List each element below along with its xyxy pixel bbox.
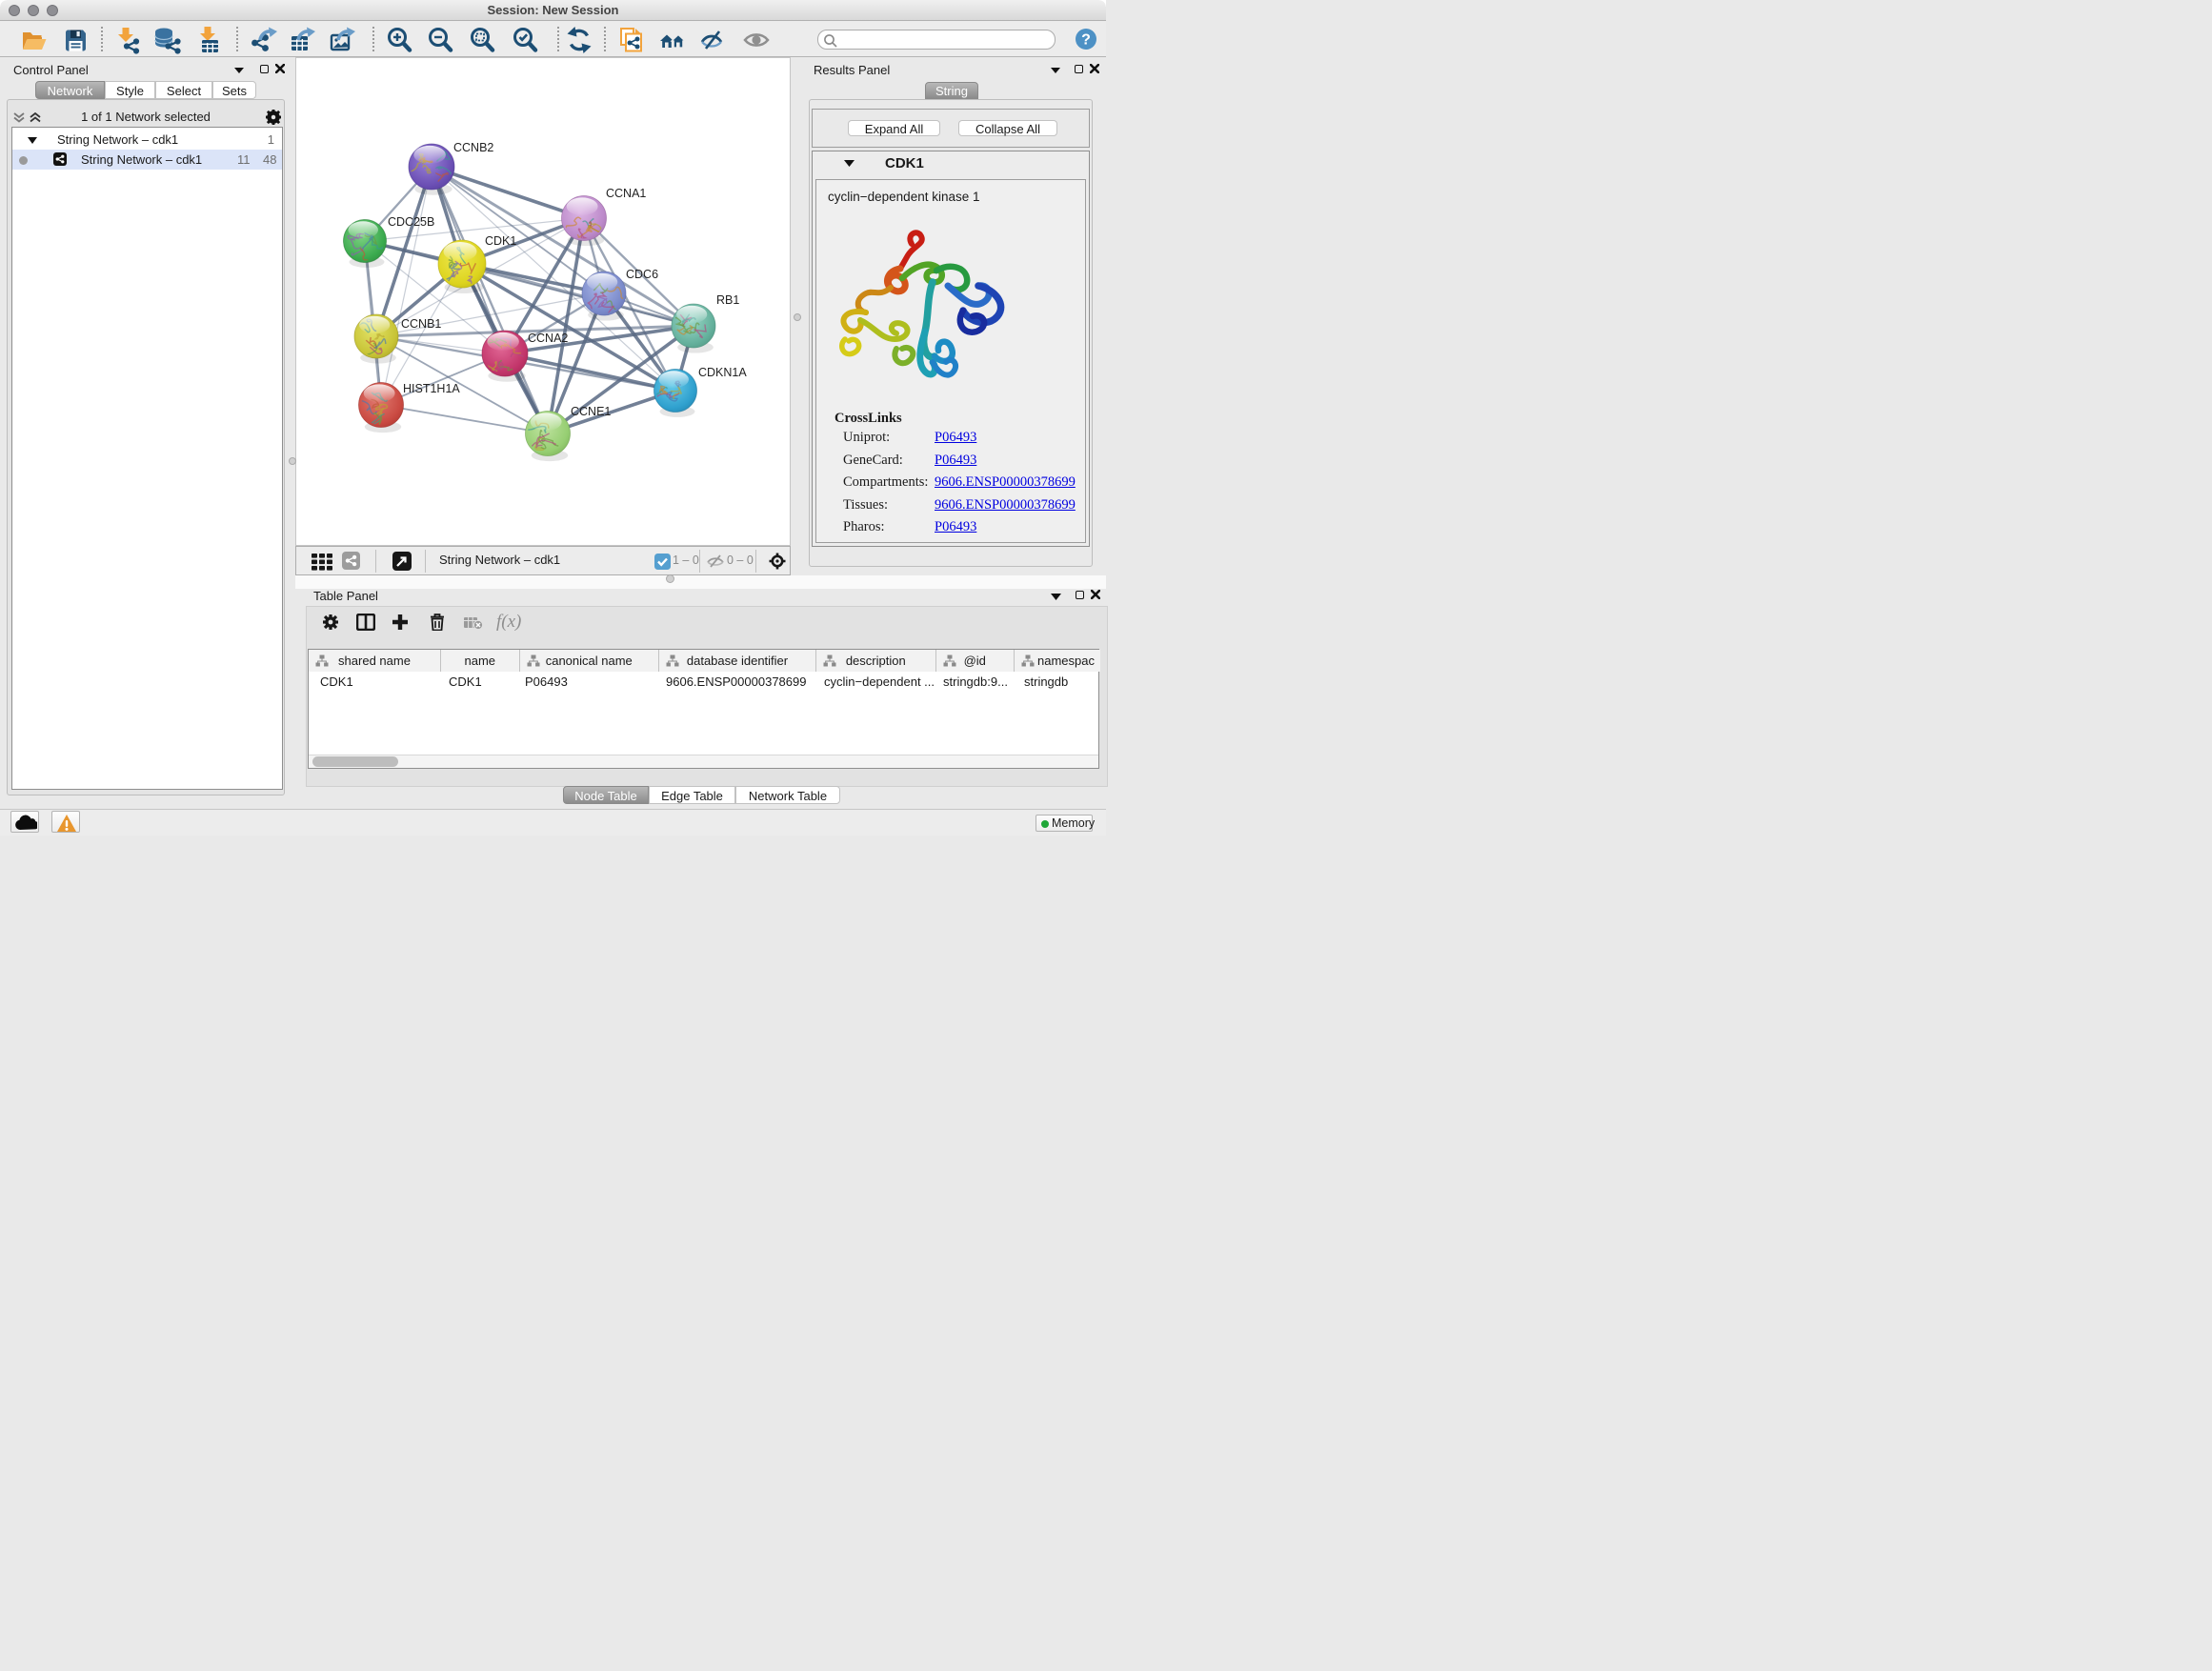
- svg-text:CCNA2: CCNA2: [528, 332, 568, 345]
- svg-text:CCNB1: CCNB1: [401, 317, 441, 331]
- svg-text:CDC6: CDC6: [626, 268, 658, 281]
- svg-text:CCNA1: CCNA1: [606, 187, 646, 200]
- svg-text:?: ?: [1081, 32, 1091, 49]
- svg-text:CDC25B: CDC25B: [388, 215, 434, 229]
- svg-text:CCNB2: CCNB2: [453, 141, 493, 154]
- svg-text:RB1: RB1: [716, 293, 739, 307]
- svg-text:CDKN1A: CDKN1A: [698, 366, 747, 379]
- svg-text:CDK1: CDK1: [485, 234, 516, 248]
- svg-text:HIST1H1A: HIST1H1A: [403, 382, 460, 395]
- svg-text:CCNE1: CCNE1: [571, 405, 611, 418]
